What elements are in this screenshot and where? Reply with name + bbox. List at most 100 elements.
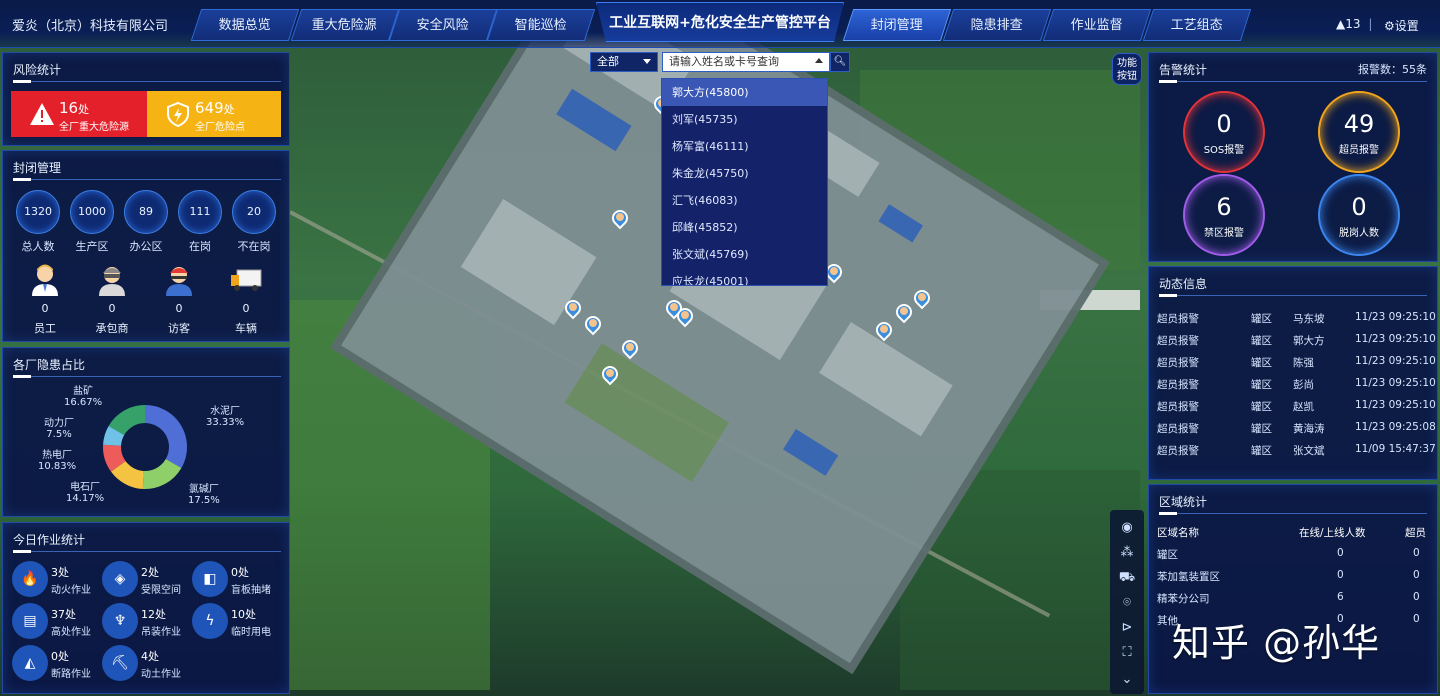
off-duty-circle[interactable]: 20	[232, 190, 276, 234]
top-navigation-bar: 爱炎（北京）科技有限公司 数据总览 重大危险源 安全风险 智能巡检 工业互联网+…	[0, 0, 1440, 48]
dropdown-option[interactable]: 杨军富(46111)	[662, 133, 827, 160]
cell-area: 罐区	[1251, 335, 1272, 347]
major-hazard-card[interactable]: 16处 全厂重大危险源	[11, 91, 147, 137]
panel-title: 风险统计	[13, 63, 62, 77]
office-area-circle[interactable]: 89	[124, 190, 168, 234]
dropdown-option[interactable]: 张文斌(45769)	[662, 241, 827, 268]
cell-type: 超员报警	[1157, 445, 1199, 457]
worker-location-pin[interactable]	[561, 296, 585, 322]
dropdown-option[interactable]: 刘军(45735)	[662, 106, 827, 133]
dropdown-option[interactable]: 应长龙(45001)	[662, 268, 827, 285]
search-dropdown[interactable]: 郭大方(45800) 刘军(45735) 杨军富(46111) 朱金龙(45750) 汇…	[661, 78, 828, 286]
donut-label-5: 盐矿 16.67%	[64, 386, 102, 408]
panel-title: 动态信息	[1159, 277, 1208, 291]
off-post-ring[interactable]: 0 脱岗人数	[1318, 174, 1400, 256]
work-count: 3处	[51, 566, 69, 579]
donut-slice-0[interactable]	[145, 405, 187, 468]
region-table-row[interactable]: 精苯分公司 6 0	[1157, 591, 1440, 613]
nav-tab-hazard-inspection[interactable]: 隐患排查	[942, 9, 1052, 41]
dynamic-info-row[interactable]: 超员报警 罐区 黄海涛 11/23 09:25:08	[1157, 421, 1440, 443]
scope-select[interactable]: 全部	[590, 52, 658, 72]
worker-location-pin[interactable]	[618, 336, 642, 362]
fullscreen-icon[interactable]: ⛶	[1117, 643, 1137, 663]
search-button[interactable]: 🔍︎	[830, 52, 850, 72]
warning-icon: ▲	[1336, 17, 1346, 31]
dynamic-info-row[interactable]: 超员报警 罐区 马东坡 11/23 09:25:10	[1157, 311, 1440, 333]
nav-tab-process-config[interactable]: 工艺组态	[1142, 9, 1252, 41]
cell-type: 超员报警	[1157, 357, 1199, 369]
dynamic-info-row[interactable]: 超员报警 罐区 赵凯 11/23 09:25:10	[1157, 399, 1440, 421]
cube-icon[interactable]: ◈	[102, 561, 138, 597]
overstaff-alarm-ring[interactable]: 49 超员报警	[1318, 91, 1400, 173]
ladder-icon[interactable]: ▤	[12, 603, 48, 639]
dropdown-option[interactable]: 朱金龙(45750)	[662, 160, 827, 187]
restricted-zone-alarm-ring[interactable]: 6 禁区报警	[1183, 174, 1265, 256]
worker-location-pin[interactable]	[598, 362, 622, 388]
worker-location-pin[interactable]	[673, 304, 697, 330]
flag-icon[interactable]: ◧	[192, 561, 228, 597]
alert-indicator[interactable]: ▲13 |	[1336, 17, 1372, 31]
worker-location-pin[interactable]	[822, 260, 846, 286]
region-table-row[interactable]: 罐区 0 0	[1157, 547, 1440, 569]
grid-icon[interactable]: ⁂	[1117, 543, 1137, 563]
dynamic-info-row[interactable]: 超员报警 罐区 张文斌 11/09 15:47:37	[1157, 443, 1440, 465]
worker-location-pin[interactable]	[892, 300, 916, 326]
digger-icon[interactable]: ⛏	[102, 645, 138, 681]
title-underline	[13, 80, 281, 83]
region-table-header: 区域名称 在线/上线人数 超员	[1157, 527, 1426, 539]
nav-tab-data-overview[interactable]: 数据总览	[190, 9, 300, 41]
caret-down-icon	[643, 59, 651, 64]
cell-area: 罐区	[1251, 313, 1272, 325]
person-search-input[interactable]: 请输入姓名或卡号查询	[662, 52, 830, 72]
eye-icon[interactable]: ◉	[1117, 518, 1137, 538]
total-people-circle[interactable]: 1320	[16, 190, 60, 234]
on-duty-circle[interactable]: 111	[178, 190, 222, 234]
dynamic-info-row[interactable]: 超员报警 罐区 郭大方 11/23 09:25:10	[1157, 333, 1440, 355]
cell-name: 黄海涛	[1293, 423, 1325, 435]
road-icon[interactable]: ◭	[12, 645, 48, 681]
worker-location-pin[interactable]	[581, 312, 605, 338]
bolt-icon[interactable]: ϟ	[192, 603, 228, 639]
danger-point-card[interactable]: 649处 全厂危险点	[147, 91, 281, 137]
settings-button[interactable]: ⚙设置	[1384, 17, 1419, 34]
worker-location-pin[interactable]	[872, 318, 896, 344]
collapse-down-icon[interactable]: ⌄	[1117, 670, 1137, 690]
slice-name: 动力厂	[44, 418, 74, 429]
nav-tab-smart-patrol[interactable]: 智能巡检	[486, 9, 596, 41]
function-button[interactable]: 功能 按钮	[1112, 53, 1142, 85]
dropdown-option[interactable]: 邱峰(45852)	[662, 214, 827, 241]
slice-percent: 10.83%	[38, 461, 77, 472]
vehicle-tool-icon[interactable]: ⛟	[1117, 568, 1137, 588]
person-focus-icon[interactable]: ⌾	[1117, 593, 1137, 613]
sos-alarm-ring[interactable]: 0 SOS报警	[1183, 91, 1265, 173]
dynamic-info-row[interactable]: 超员报警 罐区 彭尚 11/23 09:25:10	[1157, 377, 1440, 399]
map-toolbar: ◉ ⁂ ⛟ ⌾ ⊳ ⛶ ⌄	[1110, 510, 1144, 694]
slice-name: 氯碱厂	[188, 484, 219, 495]
work-count: 12处	[141, 608, 166, 621]
title-underline	[1159, 294, 1427, 297]
nav-tab-work-supervision[interactable]: 作业监督	[1042, 9, 1152, 41]
major-hazard-value: 16处	[59, 99, 90, 117]
production-area-circle[interactable]: 1000	[70, 190, 114, 234]
cell-name: 陈强	[1293, 357, 1314, 369]
work-label: 断路作业	[51, 669, 91, 680]
hazard-share-donut-chart[interactable]	[100, 402, 190, 492]
dropdown-option[interactable]: 郭大方(45800)	[662, 79, 827, 106]
cell-type: 超员报警	[1157, 401, 1199, 413]
worker-location-pin[interactable]	[910, 286, 934, 312]
cell-name: 赵凯	[1293, 401, 1314, 413]
title-underline	[1159, 512, 1427, 515]
fire-icon[interactable]: 🔥	[12, 561, 48, 597]
region-table-row[interactable]: 苯加氢装置区 0 0	[1157, 569, 1440, 591]
work-label: 动土作业	[141, 669, 181, 680]
nav-tab-closure-management[interactable]: 封闭管理	[842, 9, 952, 41]
worker-location-pin[interactable]	[608, 206, 632, 232]
panel-title: 区域统计	[1159, 495, 1208, 509]
hook-icon[interactable]: ♆	[102, 603, 138, 639]
nav-tab-major-hazard[interactable]: 重大危险源	[290, 9, 400, 41]
dynamic-info-row[interactable]: 超员报警 罐区 陈强 11/23 09:25:10	[1157, 355, 1440, 377]
nav-tab-safety-risk[interactable]: 安全风险	[388, 9, 498, 41]
panel-title: 各厂隐患占比	[13, 358, 86, 372]
camera-icon[interactable]: ⊳	[1117, 618, 1137, 638]
dropdown-option[interactable]: 汇飞(46083)	[662, 187, 827, 214]
